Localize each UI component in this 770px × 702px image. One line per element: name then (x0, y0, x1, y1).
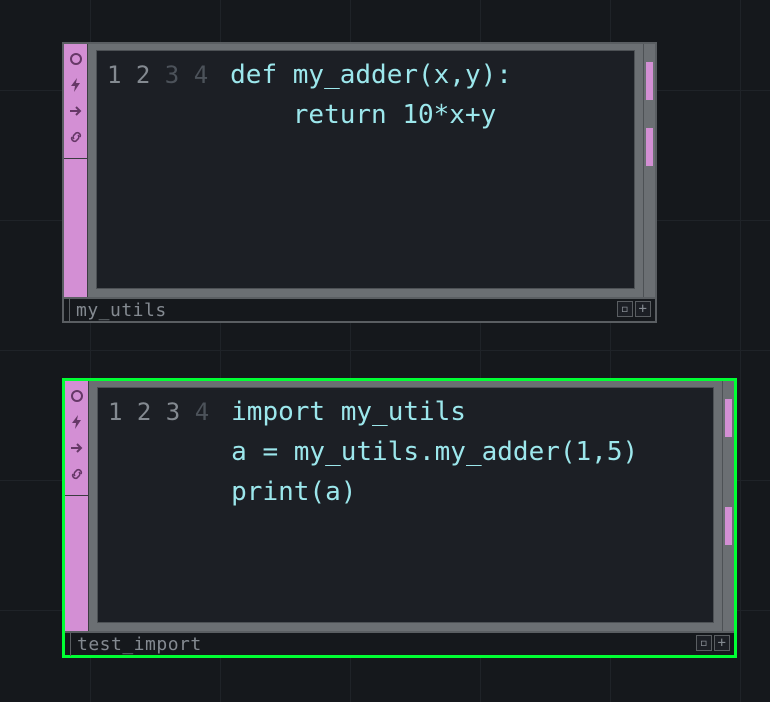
tool-column-spacer (64, 158, 88, 297)
circle-icon[interactable] (68, 387, 86, 405)
node-footer: my_utils ▫+ (64, 297, 655, 321)
node-test_import[interactable]: 1 2 3 4 import my_utils a = my_utils.my_… (62, 378, 737, 658)
node-name-label: test_import (71, 634, 202, 655)
code-editor[interactable]: 1 2 3 4 def my_adder(x,y): return 10*x+y (96, 50, 635, 289)
scroll-rail[interactable] (643, 44, 655, 297)
footer-add-button[interactable]: + (714, 635, 730, 651)
line-number-gutter: 1 2 3 4 (97, 51, 218, 288)
scroll-nub[interactable] (646, 128, 653, 166)
circle-icon[interactable] (67, 50, 85, 68)
scroll-nub[interactable] (725, 399, 732, 437)
arrow-right-icon[interactable] (67, 102, 85, 120)
tool-column (64, 44, 88, 158)
footer-open-button[interactable]: ▫ (696, 635, 712, 651)
link-icon[interactable] (67, 128, 85, 146)
code-editor[interactable]: 1 2 3 4 import my_utils a = my_utils.my_… (97, 387, 714, 623)
node-name-label: my_utils (70, 300, 167, 321)
footer-open-button[interactable]: ▫ (617, 301, 633, 317)
node-footer: test_import ▫+ (65, 631, 734, 655)
link-icon[interactable] (68, 465, 86, 483)
scroll-nub[interactable] (725, 507, 732, 545)
node-my_utils[interactable]: 1 2 3 4 def my_adder(x,y): return 10*x+y… (62, 42, 657, 323)
code-content[interactable]: def my_adder(x,y): return 10*x+y (218, 51, 512, 288)
code-content[interactable]: import my_utils a = my_utils.my_adder(1,… (219, 388, 638, 622)
arrow-right-icon[interactable] (68, 439, 86, 457)
scroll-rail[interactable] (722, 381, 734, 631)
footer-add-button[interactable]: + (635, 301, 651, 317)
bolt-icon[interactable] (67, 76, 85, 94)
bolt-icon[interactable] (68, 413, 86, 431)
scroll-nub[interactable] (646, 62, 653, 100)
tool-column (65, 381, 89, 495)
line-number-gutter: 1 2 3 4 (98, 388, 219, 622)
tool-column-spacer (65, 495, 89, 631)
